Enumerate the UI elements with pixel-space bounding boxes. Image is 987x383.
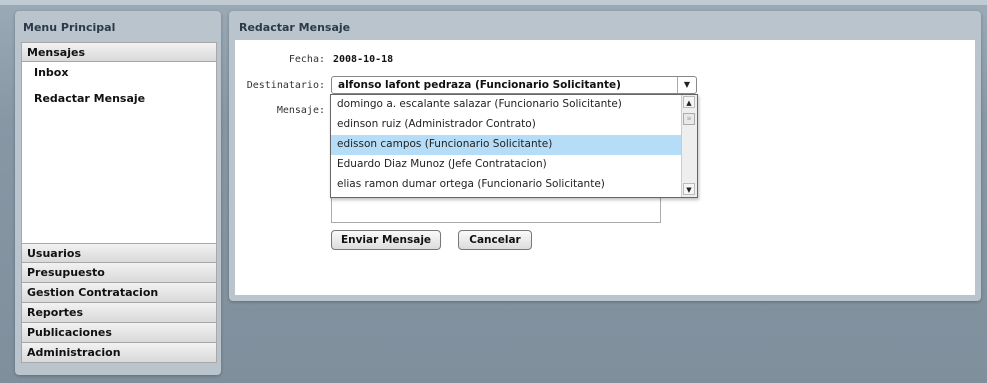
sidebar-title: Menu Principal [23, 21, 116, 34]
mensaje-textarea[interactable] [331, 196, 661, 223]
accordion-header-administracion[interactable]: Administracion [21, 343, 217, 363]
top-strip [0, 0, 987, 5]
dropdown-option[interactable]: Eduardo Diaz Munoz (Jefe Contratacion) [331, 155, 681, 175]
page-title: Redactar Mensaje [239, 21, 351, 34]
destinatario-select[interactable]: alfonso lafont pedraza (Funcionario Soli… [331, 76, 697, 94]
scroll-up-icon[interactable]: ▲ [683, 96, 695, 108]
accordion-mensajes: Mensajes Inbox Redactar Mensaje [21, 42, 217, 260]
mensajes-menu: Inbox Redactar Mensaje [21, 62, 217, 260]
accordion-header-mensajes[interactable]: Mensajes [21, 42, 217, 62]
accordion-header-usuarios[interactable]: Usuarios [21, 243, 217, 263]
sidebar: Menu Principal Mensajes Inbox Redactar M… [15, 11, 221, 375]
chevron-down-icon[interactable]: ▼ [677, 77, 696, 93]
dropdown-option[interactable]: elias ramon dumar ortega (Funcionario So… [331, 175, 681, 195]
dropdown-option-highlighted[interactable]: edisson campos (Funcionario Solicitante) [331, 135, 681, 155]
scroll-thumb[interactable]: ≡ [683, 113, 695, 125]
accordion-header-gestion-contratacion[interactable]: Gestion Contratacion [21, 283, 217, 303]
accordion-other-sections: Usuarios Presupuesto Gestion Contratacio… [21, 243, 217, 363]
fecha-label: Fecha: [288, 54, 325, 65]
cancel-button[interactable]: Cancelar [458, 230, 532, 250]
destinatario-label: Destinatario: [246, 80, 325, 91]
destinatario-dropdown-list: domingo a. escalante salazar (Funcionari… [330, 94, 698, 198]
compose-panel: Redactar Mensaje Fecha: 2008-10-18 Desti… [229, 11, 981, 301]
send-message-button[interactable]: Enviar Mensaje [331, 230, 441, 250]
accordion-header-publicaciones[interactable]: Publicaciones [21, 323, 217, 343]
dropdown-scrollbar[interactable]: ▲ ≡ ▼ [681, 95, 697, 197]
fecha-value: 2008-10-18 [333, 54, 394, 65]
menu-item-inbox[interactable]: Inbox [22, 62, 216, 88]
destinatario-selected-value: alfonso lafont pedraza (Funcionario Soli… [338, 79, 621, 91]
dropdown-option[interactable]: edinson ruiz (Administrador Contrato) [331, 115, 681, 135]
menu-item-redactar-mensaje[interactable]: Redactar Mensaje [22, 88, 216, 114]
mensaje-label: Mensaje: [276, 105, 325, 116]
scroll-down-icon[interactable]: ▼ [683, 183, 695, 195]
dropdown-option[interactable]: domingo a. escalante salazar (Funcionari… [331, 95, 681, 115]
accordion-header-reportes[interactable]: Reportes [21, 303, 217, 323]
accordion-header-presupuesto[interactable]: Presupuesto [21, 263, 217, 283]
compose-form: Fecha: 2008-10-18 Destinatario: alfonso … [235, 40, 975, 295]
